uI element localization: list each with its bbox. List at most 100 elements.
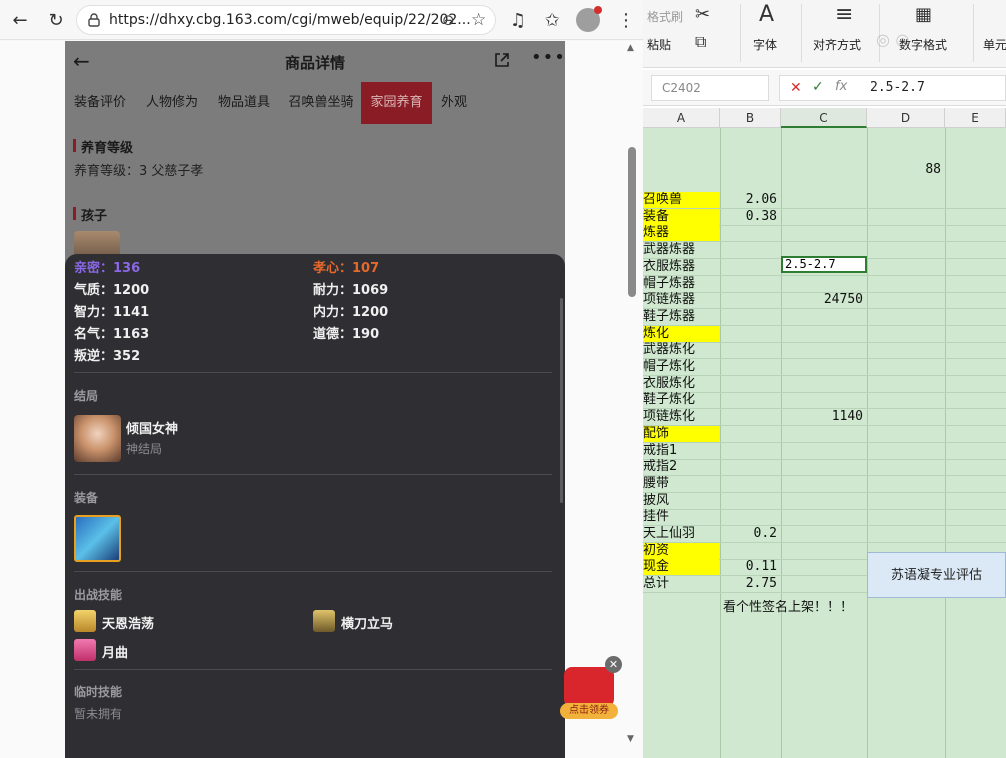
function-icon[interactable]: fx [835,79,847,94]
red-packet-label: 点击领券 [560,703,618,719]
column-header-e[interactable]: E [945,108,1006,128]
cell-a-label[interactable]: 帽子炼化 [643,359,719,375]
align-button[interactable]: 对齐方式 [813,36,861,53]
tab-cultivation[interactable]: 人物修为 [137,82,207,124]
cell-a-label[interactable]: 项链炼器 [643,292,719,308]
cell-button[interactable]: 单元 [983,36,1006,53]
profile-avatar[interactable] [576,6,602,32]
cell-b-value[interactable]: 0.2 [723,526,777,542]
cell-a-label[interactable]: 炼化 [643,326,719,342]
reload-icon[interactable]: ↻ [42,6,70,34]
skill-icon[interactable] [74,639,96,661]
formula-input[interactable]: ✕ ✓ fx 2.5-2.7 [779,75,1006,101]
menu-icon[interactable]: ⋮ [612,6,640,34]
bookmark-star-icon[interactable]: ☆ [471,10,486,30]
cell-a-label[interactable]: 衣服炼器 [643,259,719,275]
tab-home-raising[interactable]: 家园养育 [361,82,432,124]
number-format-icon[interactable]: ▦ [915,4,932,25]
cell-a-label[interactable]: 武器炼器 [643,242,719,258]
cell-a-label[interactable]: 挂件 [643,509,719,525]
column-header-d[interactable]: D [867,108,945,128]
font-button[interactable]: 字体 [753,36,777,53]
media-icon[interactable]: ♫ [504,6,532,34]
stat-intimacy: 亲密：136 [74,261,141,276]
cell-c-value[interactable]: 1140 [783,409,863,425]
cancel-icon[interactable]: ✕ [790,80,802,96]
tab-bar: 装备评价 人物修为 物品道具 召唤兽坐骑 家园养育 外观 [65,82,565,124]
cut-icon[interactable]: ✂ [695,4,710,25]
browser-toolbar: ← ↻ https://dhxy.cbg.163.com/cgi/mweb/eq… [0,0,643,40]
ending-grade: 神结局 [126,442,163,456]
cell-a-label[interactable]: 炼器 [643,225,719,241]
share-icon[interactable] [493,51,511,69]
red-packet-promo[interactable]: 点击领券 [560,667,618,719]
cell-a-label[interactable]: 天上仙羽 [643,526,719,542]
cell-a-label[interactable]: 戒指1 [643,443,719,459]
divider [74,571,552,572]
format-painter-button[interactable]: 格式刷 [647,8,683,25]
copy-icon[interactable]: ⧉ [695,32,706,52]
paste-button[interactable]: 粘贴 [647,36,671,53]
ending-portrait[interactable] [74,415,121,462]
grid-line [781,128,782,758]
cell-b-value[interactable]: 0.11 [723,559,777,575]
confirm-icon[interactable]: ✓ [812,79,824,95]
cell-b-value[interactable]: 2.06 [723,192,777,208]
page-scrollbar[interactable]: ▲ ▼ [625,41,639,758]
cell-b-value[interactable]: 2.75 [723,576,777,592]
url-text[interactable]: https://dhxy.cbg.163.com/cgi/mweb/equip/… [109,12,471,28]
tab-equip-eval[interactable]: 装备评价 [65,82,135,124]
skill-icon[interactable] [313,610,335,632]
cell-c-value[interactable]: 24750 [783,292,863,308]
temp-skills-label: 临时技能 [74,685,123,699]
cell-a-label[interactable]: 衣服炼化 [643,376,719,392]
active-cell[interactable]: 2.5-2.7 [781,256,867,273]
tab-summons[interactable]: 召唤兽坐骑 [281,82,361,124]
cell-a-label[interactable]: 召唤兽 [643,192,719,208]
font-icon[interactable]: A [759,2,774,27]
ribbon-toolbar: 格式刷 ✂ 粘贴 ⧉ A 字体 ≡ 对齐方式 ▦ 数字格式 单元 [643,0,1006,68]
column-header-c[interactable]: C [781,108,867,128]
cell-a-label[interactable]: 配饰 [643,426,719,442]
popup-scrollbar[interactable] [560,298,563,503]
zoom-icon[interactable]: ⊖ [442,11,455,29]
evaluation-note[interactable]: 苏语凝专业评估 [867,552,1006,598]
address-bar[interactable]: https://dhxy.cbg.163.com/cgi/mweb/equip/… [76,5,496,35]
temp-skills-text: 暂未拥有 [74,707,123,721]
cell-d-value[interactable]: 88 [867,162,941,178]
column-header-b[interactable]: B [720,108,781,128]
mobile-page: ← 商品详情 ••• 装备评价 人物修为 物品道具 召唤兽坐骑 家园养育 外观 [65,41,565,758]
cell-a-label[interactable]: 鞋子炼化 [643,392,719,408]
footer-note[interactable]: 看个性签名上架！！！ [723,600,863,616]
cell-a-label[interactable]: 项链炼化 [643,409,719,425]
equip-item-icon[interactable] [74,515,121,562]
scroll-up-icon[interactable]: ▲ [627,43,634,53]
cell-a-label[interactable]: 初资 [643,543,719,559]
skill-icon[interactable] [74,610,96,632]
cell-a-label[interactable]: 戒指2 [643,459,719,475]
cell-a-label[interactable]: 腰带 [643,476,719,492]
cell-b-value[interactable]: 0.38 [723,209,777,225]
name-box[interactable]: C2402 [651,75,769,101]
align-icon[interactable]: ≡ [835,2,853,27]
more-icon[interactable]: ••• [531,47,565,68]
cell-a-label[interactable]: 装备 [643,209,719,225]
cell-a-label[interactable]: 帽子炼器 [643,276,719,292]
tab-appearance[interactable]: 外观 [434,82,474,124]
scroll-thumb[interactable] [628,147,636,297]
tab-items[interactable]: 物品道具 [209,82,279,124]
column-header-a[interactable]: A [643,108,720,128]
formula-value[interactable]: 2.5-2.7 [870,80,925,95]
cell-a-label[interactable]: 现金 [643,559,719,575]
cell-a-label[interactable]: 披风 [643,493,719,509]
cell-grid[interactable]: A B C D E 召唤兽 2.06 装备 0.38 炼器 武器炼器 衣服炼器 帽子炼器 项链炼… [643,108,1006,758]
back-icon[interactable]: ← [6,6,34,34]
promo-close-icon[interactable]: ✕ [605,656,622,673]
cell-a-label[interactable]: 鞋子炼器 [643,309,719,325]
scroll-down-icon[interactable]: ▼ [627,734,634,744]
breed-section-title: 养育等级 [73,137,133,156]
cell-a-label[interactable]: 总计 [643,576,719,592]
favorites-icon[interactable]: ✩ [538,6,566,34]
cell-a-label[interactable]: 武器炼化 [643,342,719,358]
site-info-icon[interactable] [87,13,101,27]
